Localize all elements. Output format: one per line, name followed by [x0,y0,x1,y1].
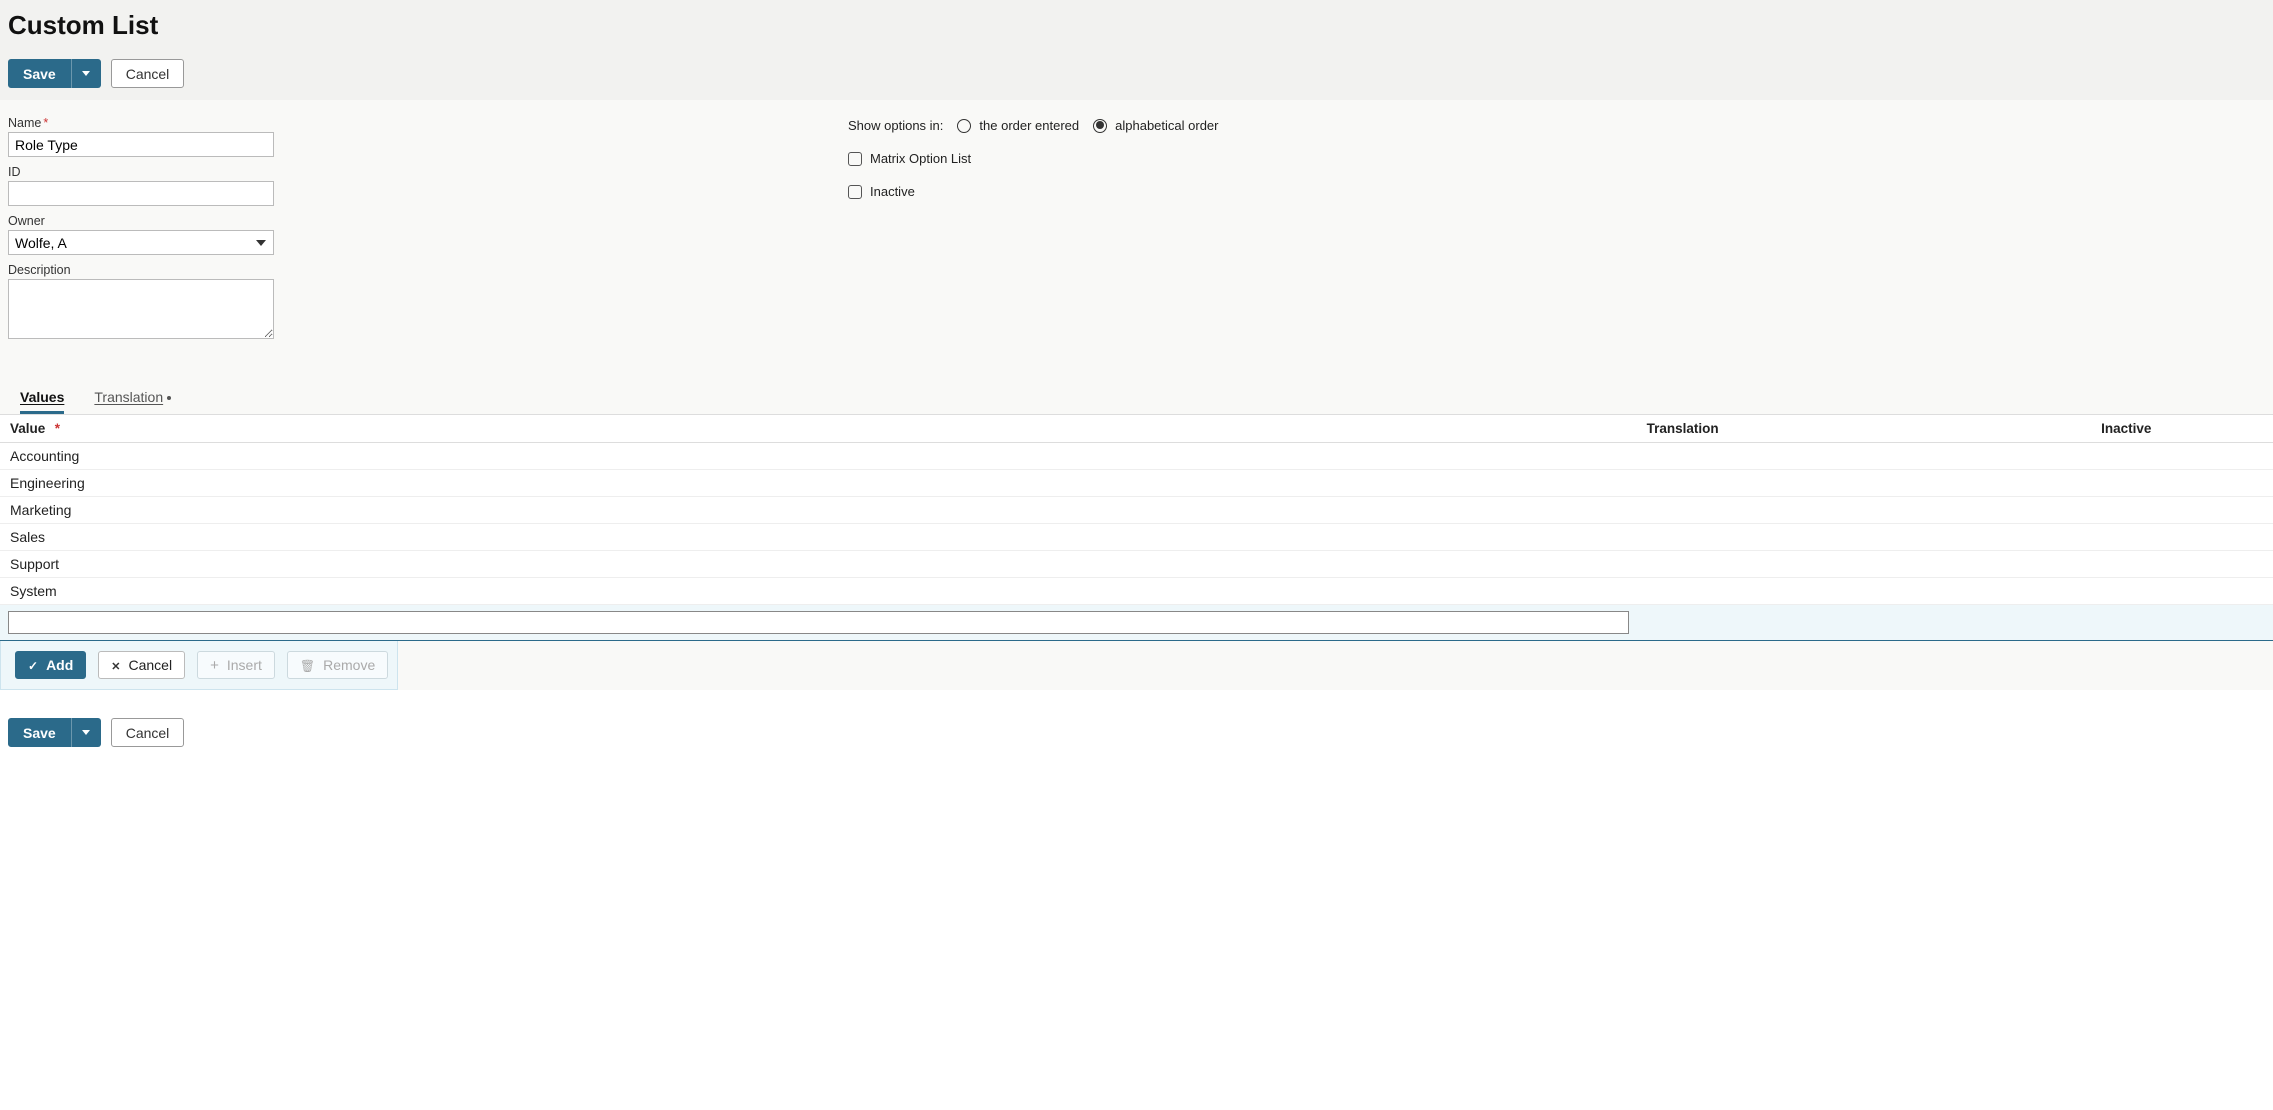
cell-inactive [2091,551,2273,578]
form-column-left: Name* ID Owner Description [8,116,308,342]
cancel-row-button[interactable]: Cancel [98,651,185,679]
description-field: Description [8,263,308,342]
plus-icon [210,657,219,674]
radio-icon [957,119,971,133]
save-button-bottom[interactable]: Save [8,718,71,747]
cell-value: Marketing [0,497,1637,524]
show-options-row: Show options in: the order entered alpha… [848,118,1219,133]
matrix-checkbox[interactable]: Matrix Option List [848,151,971,166]
table-row[interactable]: Engineering [0,470,2273,497]
page-title: Custom List [8,10,2265,41]
col-header-value: Value * [0,415,1637,443]
col-header-inactive: Inactive [2091,415,2273,443]
matrix-option-row: Matrix Option List [848,151,1219,166]
cell-inactive [2091,443,2273,470]
alphabetical-radio[interactable]: alphabetical order [1093,118,1218,133]
inactive-row: Inactive [848,184,1219,199]
show-options-label: Show options in: [848,118,943,133]
save-split-button: Save [8,59,101,88]
save-button[interactable]: Save [8,59,71,88]
tab-translation[interactable]: Translation [94,385,171,414]
id-label: ID [8,165,308,179]
table-row[interactable]: Marketing [0,497,2273,524]
order-entered-radio[interactable]: the order entered [957,118,1079,133]
cell-translation [1637,578,2092,605]
chevron-down-icon [256,240,266,246]
form-region: Name* ID Owner Description Show options … [0,100,2273,367]
insert-row-button[interactable]: Insert [197,651,275,679]
owner-label: Owner [8,214,308,228]
description-label: Description [8,263,308,277]
table-row[interactable]: Accounting [0,443,2273,470]
cancel-button[interactable]: Cancel [111,59,185,88]
checkbox-icon [848,152,862,166]
table-row[interactable]: System [0,578,2273,605]
table-edit-row [0,605,2273,641]
table-row[interactable]: Support [0,551,2273,578]
cancel-button-bottom[interactable]: Cancel [111,718,185,747]
name-field: Name* [8,116,308,157]
cell-translation [1637,470,2092,497]
col-header-translation: Translation [1637,415,2092,443]
dot-icon [167,396,171,400]
remove-row-button[interactable]: Remove [287,651,388,679]
save-dropdown-button-bottom[interactable] [71,718,101,747]
save-split-button-bottom: Save [8,718,101,747]
trash-icon [300,657,315,673]
save-dropdown-button[interactable] [71,59,101,88]
owner-field: Owner [8,214,308,255]
cell-inactive [2091,470,2273,497]
caret-down-icon [82,71,90,76]
id-field: ID [8,165,308,206]
values-table: Value * Translation Inactive AccountingE… [0,415,2273,641]
inactive-checkbox[interactable]: Inactive [848,184,915,199]
new-value-input[interactable] [8,611,1629,634]
checkbox-icon [848,185,862,199]
cell-translation [1637,551,2092,578]
cell-value: Accounting [0,443,1637,470]
tab-bar: Values Translation [0,385,2273,415]
cell-value: Engineering [0,470,1637,497]
x-icon [111,657,120,673]
cell-inactive [2091,524,2273,551]
tab-values[interactable]: Values [20,385,64,414]
cell-translation [1637,497,2092,524]
description-input[interactable] [8,279,274,339]
tab-region: Values Translation Value * Translation I… [0,367,2273,690]
row-actions-bar: Add Cancel Insert Remove [0,641,398,690]
name-label: Name* [8,116,308,130]
caret-down-icon [82,730,90,735]
header-region: Custom List Save Cancel [0,0,2273,100]
bottom-button-bar: Save Cancel [0,690,2273,767]
owner-select[interactable] [8,230,274,255]
cell-translation [1637,524,2092,551]
cell-value: Sales [0,524,1637,551]
cell-value: System [0,578,1637,605]
id-input[interactable] [8,181,274,206]
table-row[interactable]: Sales [0,524,2273,551]
top-button-bar: Save Cancel [8,59,2265,88]
name-input[interactable] [8,132,274,157]
cell-inactive [2091,578,2273,605]
form-column-right: Show options in: the order entered alpha… [848,116,1219,342]
cell-translation [1637,443,2092,470]
table-header-row: Value * Translation Inactive [0,415,2273,443]
owner-select-value[interactable] [8,230,274,255]
check-icon [28,657,38,673]
add-row-button[interactable]: Add [15,651,86,679]
cell-value: Support [0,551,1637,578]
radio-checked-icon [1093,119,1107,133]
cell-inactive [2091,497,2273,524]
